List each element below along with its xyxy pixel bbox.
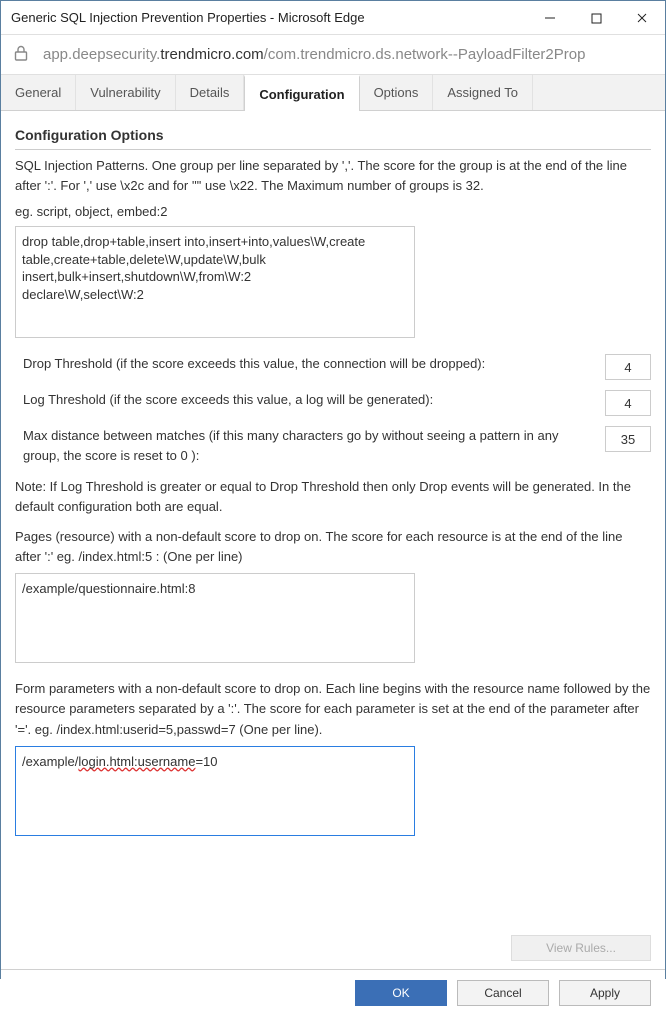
- tab-configuration[interactable]: Configuration: [244, 75, 359, 111]
- maximize-button[interactable]: [573, 1, 619, 35]
- window-titlebar: Generic SQL Injection Prevention Propert…: [1, 1, 665, 35]
- tab-assigned-to[interactable]: Assigned To: [433, 75, 533, 110]
- params-description: Form parameters with a non-default score…: [15, 679, 651, 739]
- pages-textarea[interactable]: [15, 573, 415, 663]
- tab-options[interactable]: Options: [360, 75, 434, 110]
- tab-vulnerability[interactable]: Vulnerability: [76, 75, 175, 110]
- content-area: Configuration Options SQL Injection Patt…: [1, 111, 665, 931]
- tab-bar: General Vulnerability Details Configurat…: [1, 75, 665, 111]
- patterns-description: SQL Injection Patterns. One group per li…: [15, 156, 651, 196]
- log-threshold-label: Log Threshold (if the score exceeds this…: [15, 390, 593, 410]
- config-heading: Configuration Options: [15, 125, 651, 150]
- ok-button[interactable]: OK: [355, 980, 447, 1006]
- drop-threshold-input[interactable]: [605, 354, 651, 380]
- drop-threshold-label: Drop Threshold (if the score exceeds thi…: [15, 354, 593, 374]
- threshold-note: Note: If Log Threshold is greater or equ…: [15, 477, 651, 517]
- patterns-textarea[interactable]: [15, 226, 415, 338]
- lock-icon: [13, 44, 31, 65]
- apply-button[interactable]: Apply: [559, 980, 651, 1006]
- pages-description: Pages (resource) with a non-default scor…: [15, 527, 651, 567]
- max-distance-input[interactable]: [605, 426, 651, 452]
- address-bar[interactable]: app.deepsecurity.trendmicro.com/com.tren…: [1, 35, 665, 75]
- view-rules-button: View Rules...: [511, 935, 651, 961]
- tab-details[interactable]: Details: [176, 75, 245, 110]
- max-distance-label: Max distance between matches (if this ma…: [15, 426, 593, 466]
- patterns-example: eg. script, object, embed:2: [15, 202, 651, 222]
- cancel-button[interactable]: Cancel: [457, 980, 549, 1006]
- log-threshold-input[interactable]: [605, 390, 651, 416]
- dialog-footer: OK Cancel Apply: [1, 969, 665, 1016]
- close-button[interactable]: [619, 1, 665, 35]
- url-text: app.deepsecurity.trendmicro.com/com.tren…: [43, 46, 585, 63]
- minimize-button[interactable]: [527, 1, 573, 35]
- tab-general[interactable]: General: [1, 75, 76, 110]
- window-title: Generic SQL Injection Prevention Propert…: [11, 10, 527, 25]
- window-controls: [527, 1, 665, 34]
- params-textarea[interactable]: /example/login.html:username=10: [15, 746, 415, 836]
